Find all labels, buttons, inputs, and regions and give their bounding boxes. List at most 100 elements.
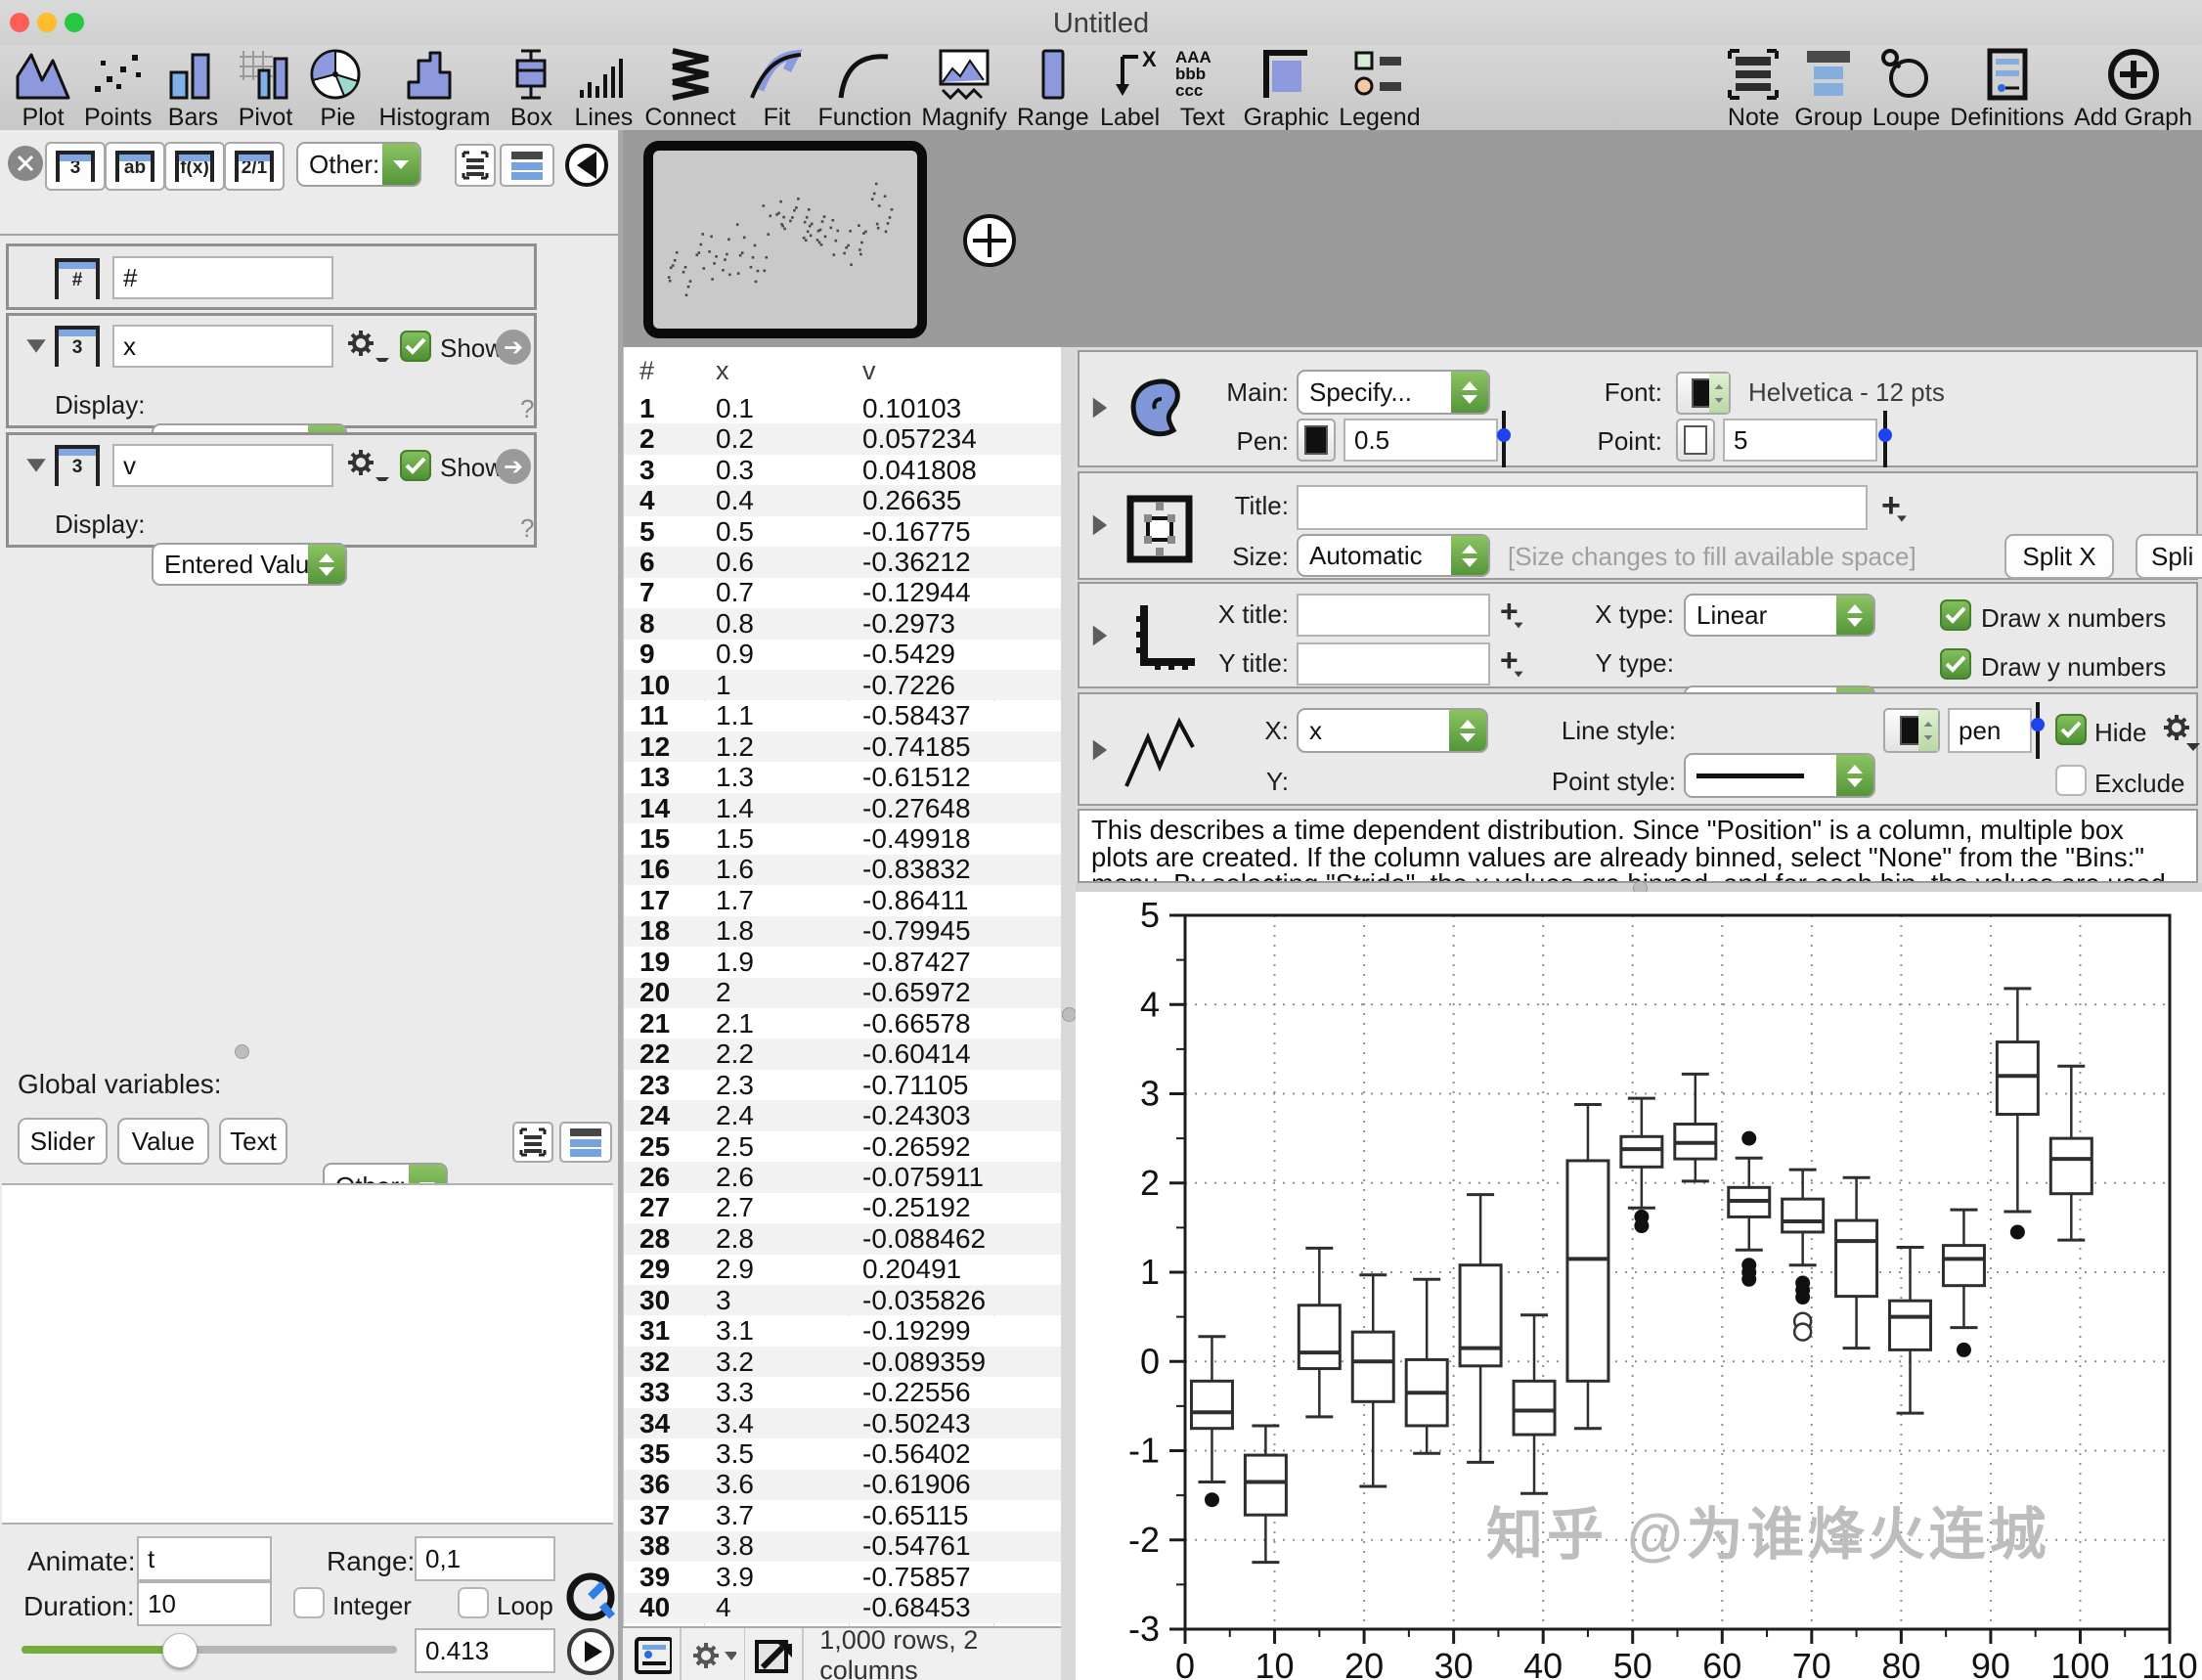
table-row[interactable]: 12 1.2 -0.74185 (624, 731, 1062, 763)
header-x[interactable]: x (716, 356, 729, 386)
disclosure-closed-icon[interactable] (1092, 739, 1108, 761)
show-checkbox-v[interactable] (400, 450, 431, 481)
cell-x[interactable]: 2.3 (716, 1070, 754, 1101)
cell-v[interactable]: -0.035826 (862, 1285, 986, 1316)
cell-v[interactable]: -0.22556 (862, 1377, 971, 1408)
split-x-button[interactable]: Split X (2004, 534, 2114, 579)
toolbar-button-fit[interactable]: Fit (746, 47, 809, 132)
title-field[interactable] (1297, 485, 1868, 530)
table-row[interactable]: 28 2.8 -0.088462 (624, 1223, 1062, 1255)
cell-v[interactable]: 0.20491 (862, 1254, 961, 1285)
cell-x[interactable]: 3 (716, 1285, 731, 1316)
plot-gear-menu-icon[interactable] (2159, 712, 2202, 755)
cell-x[interactable]: 1.5 (716, 823, 754, 855)
table-row[interactable]: 6 0.6 -0.36212 (624, 547, 1062, 578)
toolbar-button-points[interactable]: Points (84, 47, 152, 132)
table-row[interactable]: 36 3.6 -0.61906 (624, 1469, 1062, 1501)
table-gear-menu-icon[interactable] (689, 1637, 736, 1674)
table-row[interactable]: 10 1 -0.7226 (624, 670, 1062, 701)
cell-v[interactable]: -0.58437 (862, 700, 971, 731)
table-row[interactable]: 27 2.7 -0.25192 (624, 1192, 1062, 1224)
hash-name-field[interactable]: # (112, 256, 333, 299)
cell-v[interactable]: -0.49918 (862, 823, 971, 855)
plot-description[interactable]: This describes a time dependent distribu… (1078, 809, 2198, 883)
disclosure-closed-icon[interactable] (1092, 625, 1108, 646)
column-name-field-v[interactable]: v (112, 444, 333, 487)
toolbar-button-lines[interactable]: Lines (572, 47, 635, 132)
inspector-chart-divider[interactable] (1076, 881, 2202, 896)
toolbar-button-magnify[interactable]: Magnify (921, 47, 1007, 132)
table-row[interactable]: 37 3.7 -0.65115 (624, 1500, 1062, 1531)
table-row[interactable]: 22 2.2 -0.60414 (624, 1039, 1062, 1070)
draw-x-numbers-checkbox[interactable] (1940, 599, 1971, 631)
size-dropdown[interactable]: Automatic (1297, 534, 1490, 577)
cell-v[interactable]: -0.7226 (862, 670, 955, 701)
hide-checkbox[interactable] (2055, 714, 2087, 745)
x-type-dropdown[interactable]: Linear (1684, 594, 1875, 637)
disclosure-closed-icon[interactable] (1092, 514, 1108, 536)
panel-splitter-handle[interactable] (235, 1044, 249, 1059)
exclude-checkbox[interactable] (2055, 765, 2087, 796)
point-colorwell[interactable] (1676, 419, 1715, 462)
cell-x[interactable]: 2.8 (716, 1223, 754, 1255)
cell-x[interactable]: 2.5 (716, 1131, 754, 1163)
cell-v[interactable]: 0.10103 (862, 393, 961, 424)
main-dropdown[interactable]: Specify... (1297, 370, 1490, 415)
cell-v[interactable]: -0.71105 (862, 1070, 968, 1101)
add-binary-column-button[interactable]: 2/1 (224, 142, 285, 191)
help-mark-x[interactable]: ? (520, 394, 534, 424)
toolbar-button-legend[interactable]: Legend (1339, 47, 1421, 132)
cell-v[interactable]: -0.54761 (862, 1530, 971, 1562)
table-expand-icon[interactable] (753, 1636, 794, 1675)
cell-x[interactable]: 3.7 (716, 1500, 754, 1531)
table-row[interactable]: 11 1.1 -0.58437 (624, 700, 1062, 731)
cell-v[interactable]: -0.075911 (862, 1162, 984, 1193)
table-row[interactable]: 8 0.8 -0.2973 (624, 608, 1062, 640)
cell-v[interactable]: -0.87427 (862, 947, 971, 978)
pen-width-field[interactable]: 0.5 (1343, 419, 1498, 462)
gear-menu-icon-x[interactable] (344, 329, 389, 362)
stack-view-button[interactable] (500, 144, 554, 187)
toolbar-button-addgraph[interactable]: Add Graph (2074, 47, 2192, 132)
table-row[interactable]: 13 1.3 -0.61512 (624, 762, 1062, 793)
cell-x[interactable]: 3.9 (716, 1562, 754, 1593)
toolbar-button-text[interactable]: AAA bbb ccc Text (1171, 47, 1234, 132)
play-button[interactable] (565, 1626, 616, 1677)
font-colorwell[interactable] (1676, 372, 1731, 415)
cell-v[interactable]: -0.12944 (862, 577, 971, 608)
cell-x[interactable]: 0.1 (716, 393, 754, 424)
table-row[interactable]: 15 1.5 -0.49918 (624, 823, 1062, 855)
cell-x[interactable]: 3.4 (716, 1408, 754, 1439)
table-row[interactable]: 32 3.2 -0.089359 (624, 1347, 1062, 1378)
pen-width-slider[interactable] (1497, 411, 1511, 467)
table-row[interactable]: 31 3.1 -0.19299 (624, 1315, 1062, 1347)
table-row[interactable]: 30 3 -0.035826 (624, 1285, 1062, 1316)
cell-x[interactable]: 1.4 (716, 793, 754, 824)
cell-v[interactable]: -0.19299 (862, 1315, 971, 1347)
cell-x[interactable]: 1.8 (716, 915, 754, 947)
table-row[interactable]: 25 2.5 -0.26592 (624, 1131, 1062, 1163)
line-pen-field[interactable]: pen (1948, 708, 2032, 753)
cell-x[interactable]: 2.4 (716, 1100, 754, 1131)
cell-x[interactable]: 0.8 (716, 608, 754, 640)
cell-v[interactable]: -0.24303 (862, 1100, 971, 1131)
cell-v[interactable]: -0.74185 (862, 731, 971, 763)
table-row[interactable]: 5 0.5 -0.16775 (624, 516, 1062, 548)
cell-v[interactable]: -0.83832 (862, 854, 971, 885)
point-size-slider[interactable] (1878, 411, 1892, 467)
table-row[interactable]: 33 3.3 -0.22556 (624, 1377, 1062, 1408)
table-row[interactable]: 4 0.4 0.26635 (624, 485, 1062, 516)
time-slider-thumb[interactable] (162, 1633, 198, 1668)
cell-x[interactable]: 4 (716, 1592, 731, 1623)
add-value-variable-button[interactable]: Value (117, 1118, 209, 1165)
toolbar-button-note[interactable]: Note (1722, 47, 1784, 132)
table-inspector-divider[interactable] (1061, 347, 1077, 1680)
toolbar-button-pivot[interactable]: Pivot (234, 47, 296, 132)
toolbar-button-label[interactable]: X Label (1099, 47, 1162, 132)
cell-v[interactable]: -0.61512 (862, 762, 971, 793)
cell-v[interactable]: -0.68453 (862, 1592, 971, 1623)
table-row[interactable]: 40 4 -0.68453 (624, 1592, 1062, 1623)
time-value-field[interactable]: 0.413 (415, 1628, 555, 1673)
list-view-button[interactable] (455, 144, 496, 187)
table-row[interactable]: 38 3.8 -0.54761 (624, 1530, 1062, 1563)
